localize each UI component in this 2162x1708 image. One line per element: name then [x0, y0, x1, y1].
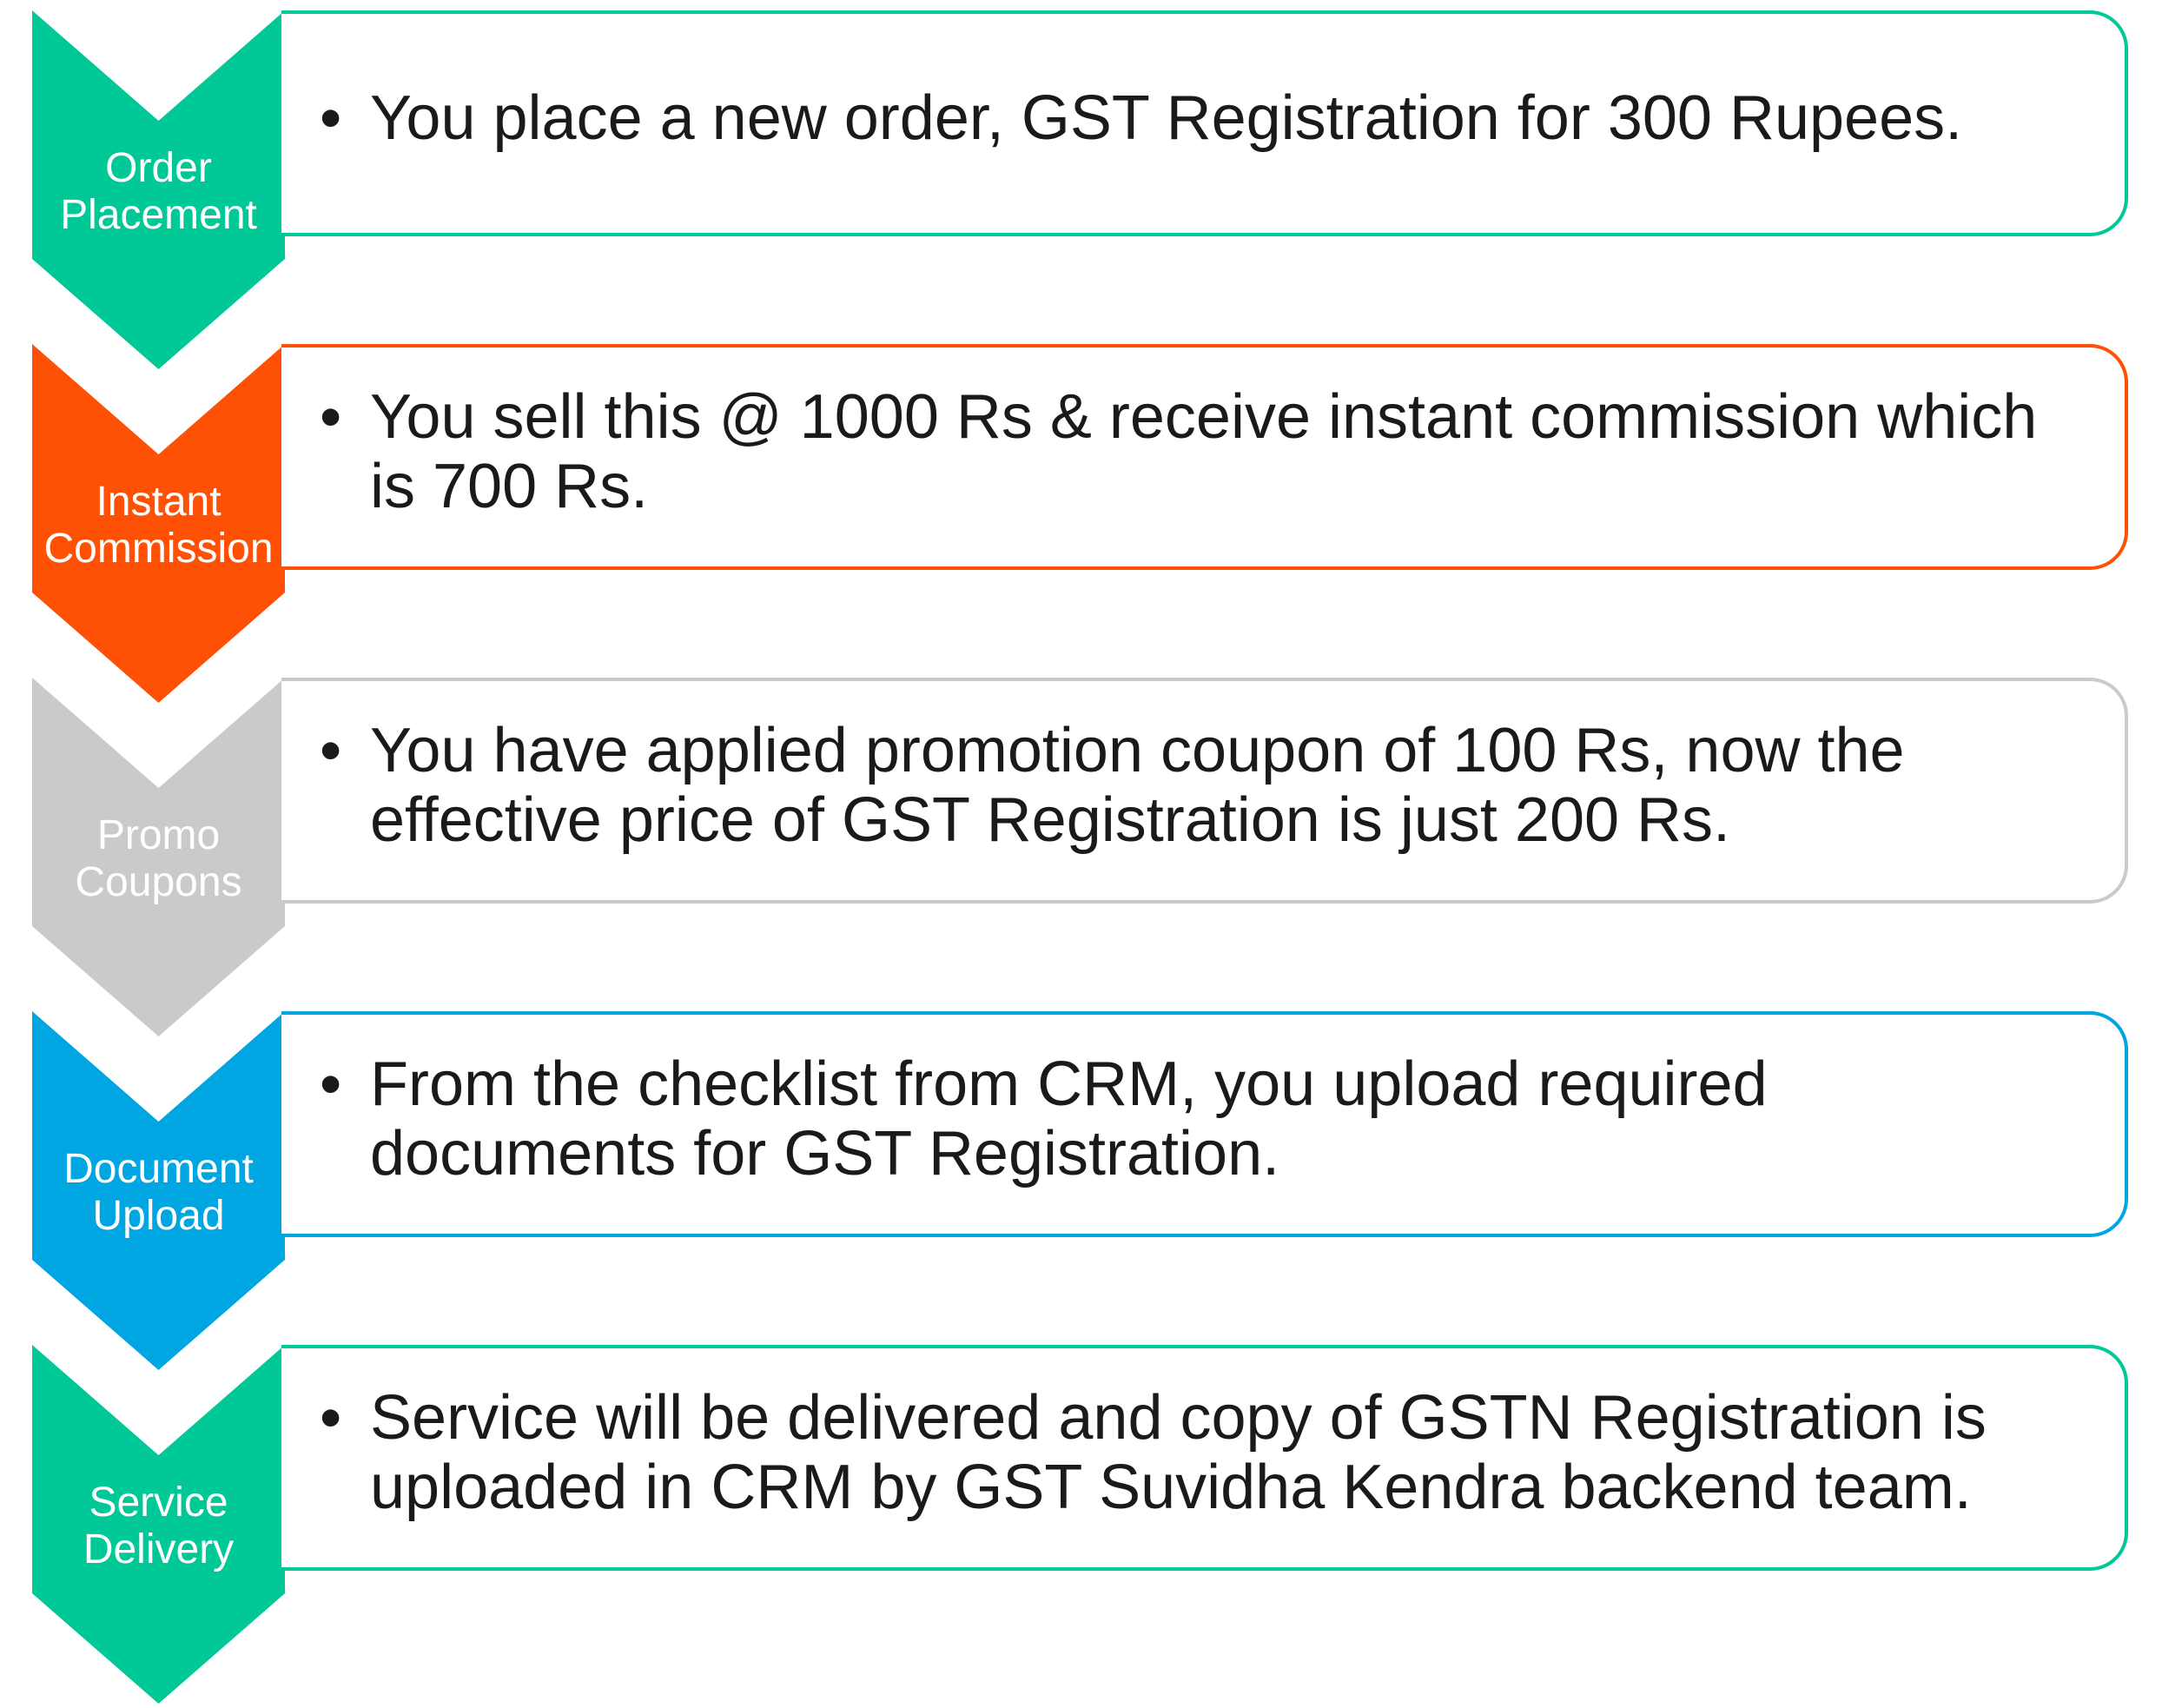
step-label-line1: Promo: [96, 812, 221, 858]
step-document-upload: Document Upload • From the checklist fro…: [0, 1001, 2162, 1374]
step-label-line1: Instant: [96, 479, 221, 525]
chevron-document-upload: Document Upload: [32, 1011, 285, 1370]
step-card: • Service will be delivered and copy of …: [281, 1345, 2128, 1571]
step-card: • You place a new order, GST Registratio…: [281, 10, 2128, 236]
step-service-delivery: Service Delivery • Service will be deliv…: [0, 1334, 2162, 1708]
bullet-dot: •: [320, 1049, 342, 1119]
bullet-dot: •: [320, 716, 342, 785]
step-label-line1: Document: [63, 1146, 254, 1192]
step-description: You have applied promotion coupon of 100…: [370, 716, 1905, 855]
step-description: From the checklist from CRM, you upload …: [370, 1049, 1768, 1188]
step-card: • You have applied promotion coupon of 1…: [281, 678, 2128, 904]
chevron-order-placement: Order Placement: [32, 10, 285, 369]
bullet-dot: •: [320, 83, 342, 153]
step-card: • From the checklist from CRM, you uploa…: [281, 1011, 2128, 1237]
step-label-line2: Delivery: [83, 1526, 235, 1572]
step-order-placement: Order Placement • You place a new order,…: [0, 0, 2162, 374]
step-label: Service Delivery: [32, 1480, 285, 1573]
step-card: • You sell this @ 1000 Rs & receive inst…: [281, 344, 2128, 570]
step-description: You sell this @ 1000 Rs & receive instan…: [370, 382, 2038, 521]
step-label-line2: Coupons: [75, 859, 242, 905]
chevron-instant-commission: Instant Commission: [32, 344, 285, 703]
step-label: Document Upload: [32, 1146, 285, 1240]
step-label-line2: Upload: [92, 1193, 225, 1239]
chevron-service-delivery: Service Delivery: [32, 1345, 285, 1704]
step-description: You place a new order, GST Registration …: [370, 83, 1963, 153]
step-label: Promo Coupons: [32, 812, 285, 906]
step-promo-coupons: Promo Coupons • You have applied promoti…: [0, 667, 2162, 1041]
step-label-line2: Commission: [43, 526, 274, 572]
step-label-line1: Service: [89, 1480, 228, 1526]
step-label-line2: Placement: [60, 192, 257, 238]
step-instant-commission: Instant Commission • You sell this @ 100…: [0, 334, 2162, 707]
bullet-dot: •: [320, 382, 342, 452]
chevron-promo-coupons: Promo Coupons: [32, 678, 285, 1036]
bullet-dot: •: [320, 1383, 342, 1453]
step-label: Order Placement: [32, 145, 285, 239]
step-description: Service will be delivered and copy of GS…: [370, 1383, 1987, 1522]
step-label: Instant Commission: [32, 479, 285, 573]
step-label-line1: Order: [105, 145, 212, 191]
